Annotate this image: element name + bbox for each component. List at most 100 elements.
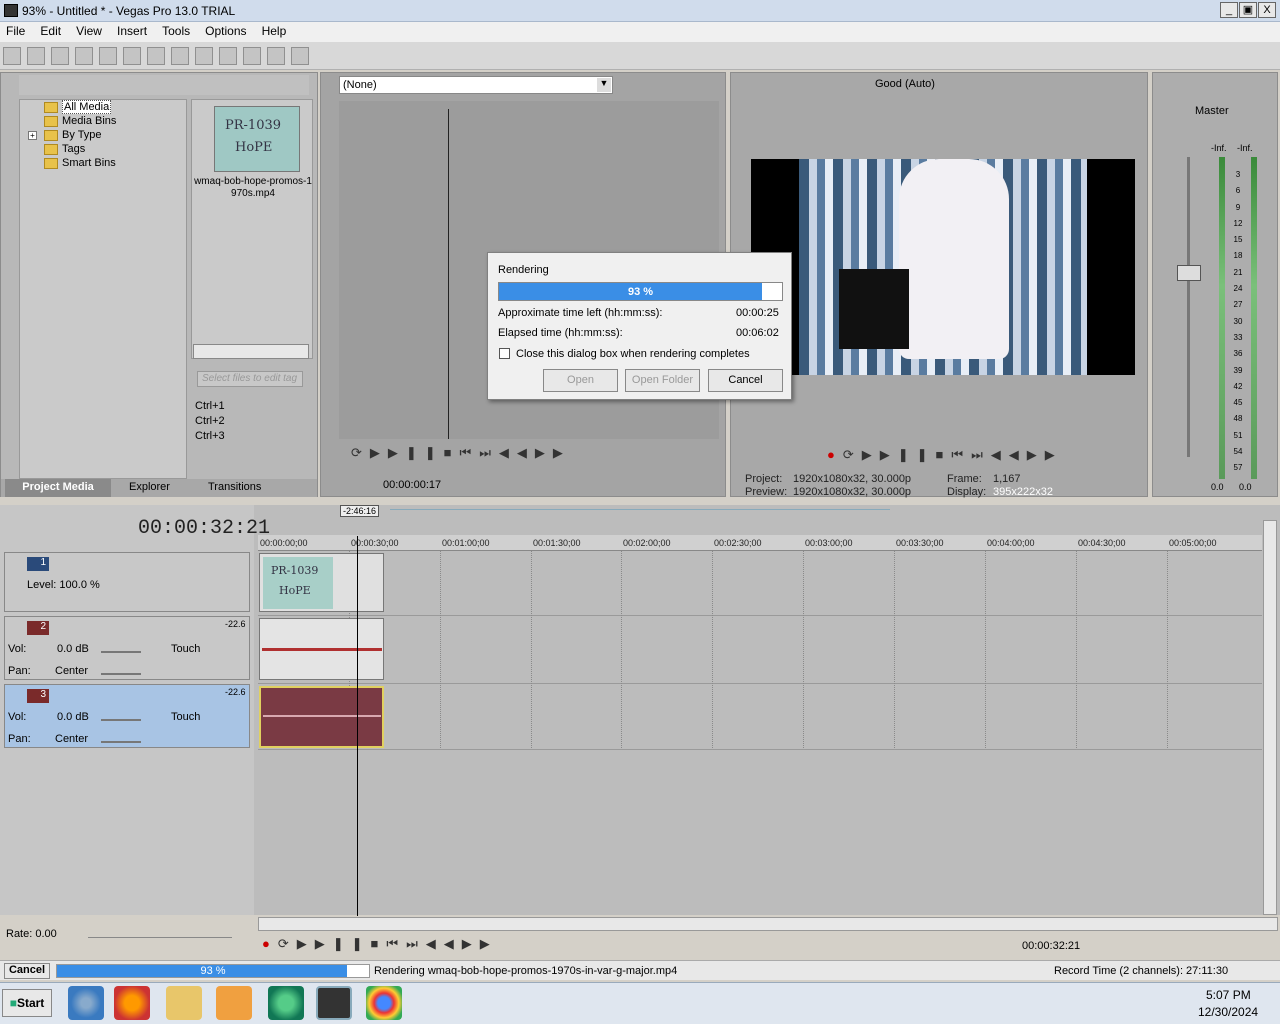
shortcut-item[interactable]: Ctrl+3: [195, 429, 289, 444]
track-number: 3: [27, 689, 49, 703]
vegas-icon[interactable]: [316, 986, 352, 1020]
rate-slider[interactable]: [88, 932, 232, 938]
maximize-button[interactable]: ▣: [1239, 2, 1257, 18]
track-header-audio-3[interactable]: 3 -22.6 Vol: 0.0 dB Touch Pan: Center: [4, 684, 250, 748]
grid-line: [712, 551, 713, 748]
chevron-down-icon: ▼: [597, 78, 611, 92]
pan-slider[interactable]: [101, 667, 141, 675]
status-cancel-button[interactable]: Cancel: [4, 963, 50, 979]
grid-line: [1167, 551, 1168, 748]
automation-mode[interactable]: Touch: [171, 711, 200, 723]
media-player-icon[interactable]: [216, 986, 252, 1020]
start-button[interactable]: ■Start: [2, 989, 52, 1017]
time-ruler[interactable]: 00:00:00;00 00:00:30;00 00:01:00;00 00:0…: [258, 535, 1262, 551]
master-fader[interactable]: [1177, 265, 1201, 281]
tree-item-all-media[interactable]: All Media: [20, 100, 186, 114]
ruler-tick: 00:02:30;00: [714, 538, 762, 548]
tab-transitions[interactable]: Transitions: [208, 481, 261, 493]
menu-help[interactable]: Help: [256, 22, 293, 40]
track-lane-audio-3[interactable]: [258, 684, 1262, 750]
help-icon[interactable]: [291, 47, 309, 65]
firefox-icon[interactable]: [114, 986, 150, 1020]
save-icon[interactable]: [51, 47, 69, 65]
tree-label: Smart Bins: [62, 157, 116, 169]
tree-item-tags[interactable]: Tags: [20, 142, 186, 156]
rendering-dialog: Rendering 93 % Approximate time left (hh…: [487, 252, 792, 400]
tab-explorer[interactable]: Explorer: [129, 481, 170, 493]
preview-quality-select[interactable]: Good (Auto): [875, 78, 935, 90]
ruler-tick: 00:03:30;00: [896, 538, 944, 548]
audio-clip-2[interactable]: [259, 618, 384, 680]
menu-edit[interactable]: Edit: [34, 22, 67, 40]
cut-icon[interactable]: [147, 47, 165, 65]
timeline-vscrollbar[interactable]: [1263, 520, 1277, 915]
preview-res-value: 1920x1080x32, 30.000p: [793, 486, 912, 498]
render-icon[interactable]: [99, 47, 117, 65]
tag-input[interactable]: Select files to edit tag: [197, 371, 303, 387]
menu-file[interactable]: File: [0, 22, 31, 40]
automation-mode[interactable]: Touch: [171, 643, 200, 655]
minimize-button[interactable]: _: [1220, 2, 1238, 18]
redo-icon[interactable]: [243, 47, 261, 65]
menu-tools[interactable]: Tools: [156, 22, 196, 40]
track-header-audio-2[interactable]: 2 -22.6 Vol: 0.0 dB Touch Pan: Center: [4, 616, 250, 680]
expand-icon[interactable]: +: [28, 131, 37, 140]
media-hscrollbar[interactable]: [193, 344, 309, 359]
chrome-icon[interactable]: [366, 986, 402, 1020]
record-icon[interactable]: ●: [827, 447, 843, 462]
tab-project-media[interactable]: Project Media: [5, 479, 111, 497]
copy-icon[interactable]: [171, 47, 189, 65]
new-icon[interactable]: [3, 47, 21, 65]
audio-clip-3[interactable]: [259, 686, 384, 748]
vol-value: 0.0 dB: [57, 711, 89, 723]
marker-box[interactable]: -2:46:16: [340, 505, 380, 517]
app-globe-icon[interactable]: [268, 986, 304, 1020]
vol-slider[interactable]: [101, 713, 141, 721]
record-time: Record Time (2 channels): 27:11:30: [1054, 965, 1229, 977]
edit-tool-icon[interactable]: [267, 47, 285, 65]
vol-value: 0.0 dB: [57, 643, 89, 655]
properties-icon[interactable]: [123, 47, 141, 65]
open-folder-button[interactable]: Open Folder: [625, 369, 700, 392]
media-thumbnail[interactable]: PR-1039 HoPE: [214, 106, 300, 172]
explorer-icon[interactable]: [166, 986, 202, 1020]
pan-slider[interactable]: [101, 735, 141, 743]
track-lane-audio-2[interactable]: [258, 616, 1262, 684]
tree-item-media-bins[interactable]: Media Bins: [20, 114, 186, 128]
ie-icon[interactable]: [68, 986, 104, 1020]
grid-line: [621, 551, 622, 748]
shortcut-item[interactable]: Ctrl+1: [195, 399, 289, 414]
vol-slider[interactable]: [101, 645, 141, 653]
time-left-label: Approximate time left (hh:mm:ss):: [498, 307, 663, 319]
cancel-button[interactable]: Cancel: [708, 369, 783, 392]
menu-options[interactable]: Options: [199, 22, 252, 40]
video-clip[interactable]: PR-1039 HoPE: [259, 553, 384, 612]
preview-res-label: Preview:: [745, 486, 788, 498]
thumb-line: HoPE: [235, 140, 273, 155]
close-button[interactable]: X: [1258, 2, 1276, 18]
undo-icon[interactable]: [219, 47, 237, 65]
menu-view[interactable]: View: [70, 22, 108, 40]
master-bottom-left: 0.0: [1211, 482, 1224, 492]
timeline-playhead[interactable]: [357, 536, 358, 916]
open-icon[interactable]: [27, 47, 45, 65]
save-as-icon[interactable]: [75, 47, 93, 65]
folder-icon: [44, 158, 58, 169]
waveform: [262, 648, 382, 651]
trimmer-preset-select[interactable]: (None) ▼: [339, 76, 613, 94]
tree-item-by-type[interactable]: + By Type: [20, 128, 186, 142]
track-header-video[interactable]: 1 Level: 100.0 %: [4, 552, 250, 612]
tree-item-smart-bins[interactable]: Smart Bins: [20, 156, 186, 170]
time-left-value: 00:00:25: [736, 307, 779, 319]
track-lane-video[interactable]: [258, 552, 1262, 616]
close-when-done-checkbox[interactable]: [499, 348, 510, 359]
master-bottom-right: 0.0: [1239, 482, 1252, 492]
paste-icon[interactable]: [195, 47, 213, 65]
timeline-hscrollbar[interactable]: [258, 917, 1278, 931]
status-progress-text: 93 %: [200, 965, 226, 977]
menu-insert[interactable]: Insert: [111, 22, 153, 40]
shortcut-item[interactable]: Ctrl+2: [195, 414, 289, 429]
open-button[interactable]: Open: [543, 369, 618, 392]
record-icon[interactable]: ●: [262, 936, 278, 951]
project-media-panel: All Media Media Bins + By Type Tags Smart…: [0, 72, 318, 497]
